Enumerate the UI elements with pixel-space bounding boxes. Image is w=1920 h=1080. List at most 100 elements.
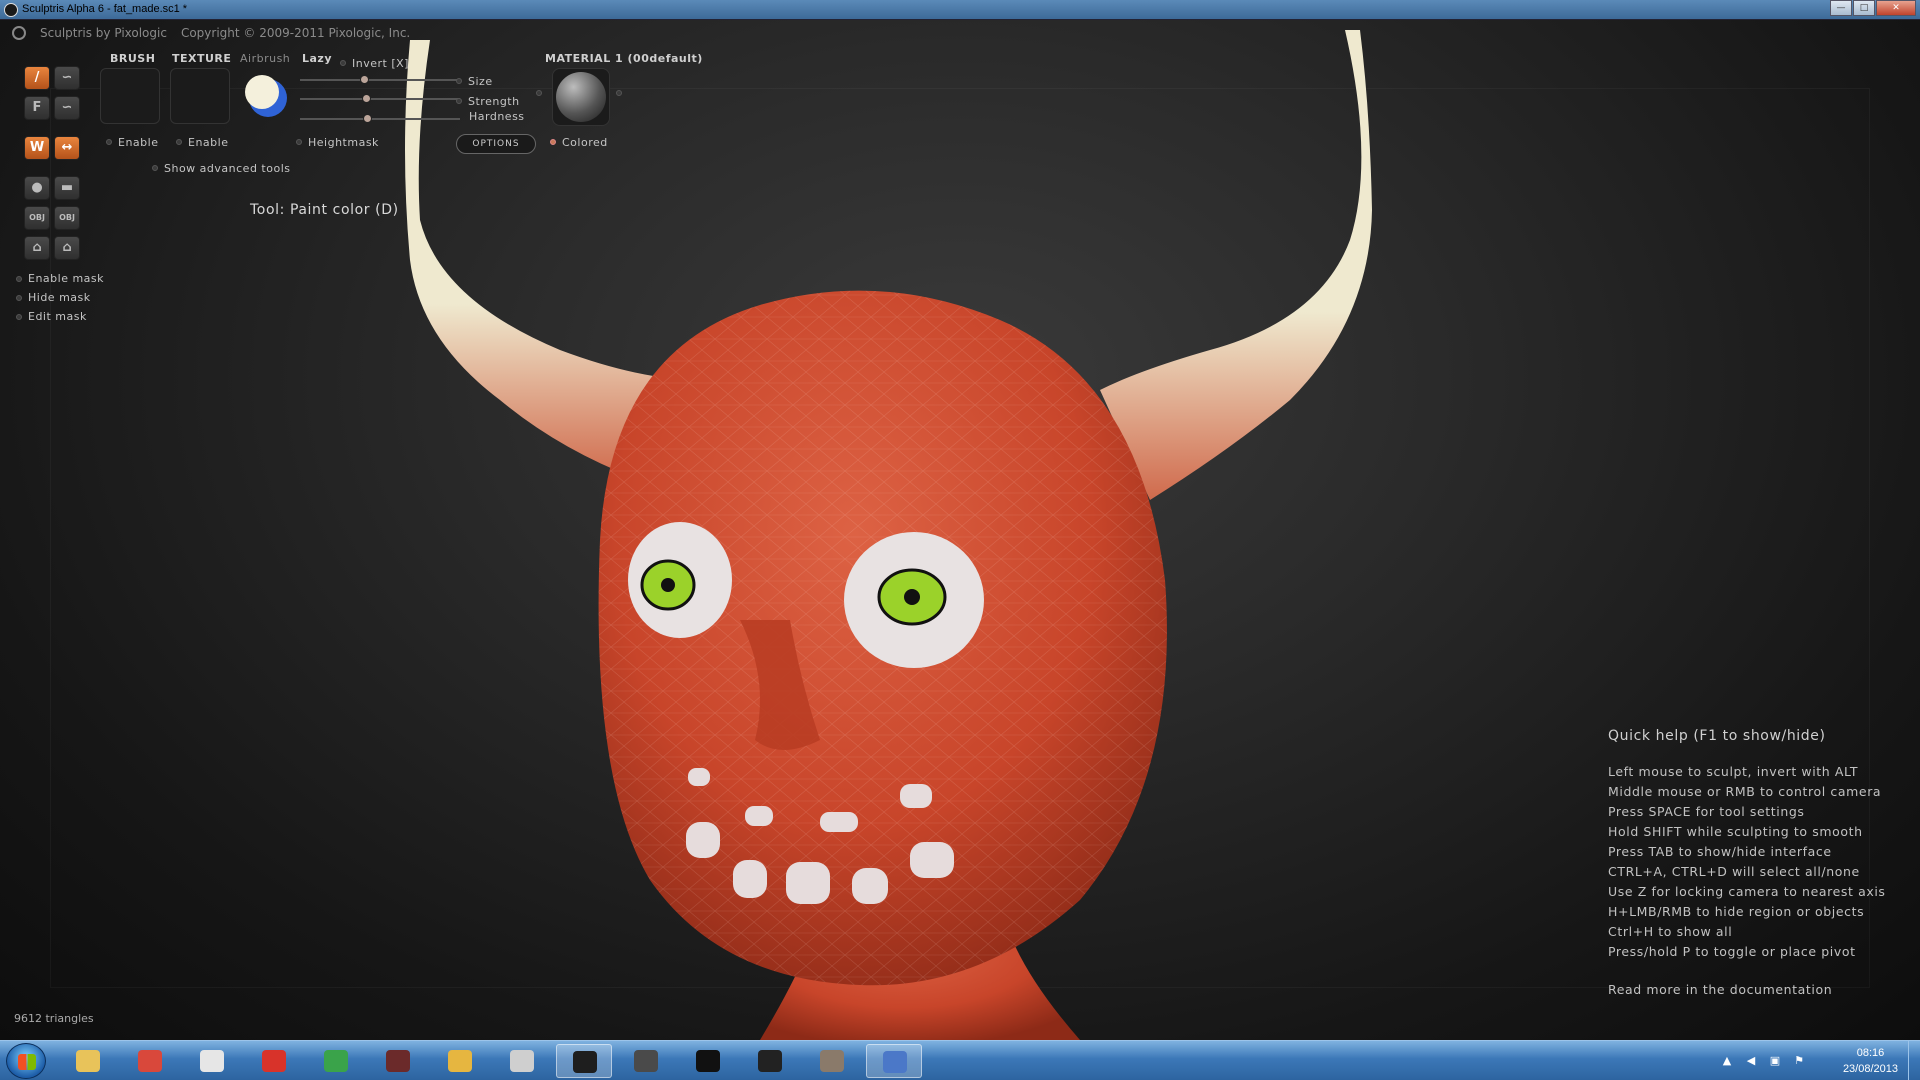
- minimize-button[interactable]: —: [1830, 0, 1852, 16]
- hardness-label: Hardness: [469, 110, 525, 123]
- quick-help-title: Quick help (F1 to show/hide): [1608, 728, 1826, 744]
- show-hidden-icons-icon[interactable]: ▲: [1720, 1054, 1734, 1068]
- taskbar-explorer[interactable]: [60, 1044, 116, 1078]
- heightmask-checkbox[interactable]: [296, 138, 302, 145]
- right-horn: [1100, 30, 1372, 500]
- brush-enable-option[interactable]: Enable: [106, 131, 158, 150]
- texture-slot[interactable]: [170, 68, 230, 124]
- hardness-slider-knob[interactable]: [363, 114, 372, 123]
- airbrush-toggle[interactable]: Airbrush: [240, 52, 290, 65]
- material-title: MATERIAL 1 (00default): [545, 52, 703, 65]
- app-red-figure-icon: [386, 1050, 410, 1072]
- enable-mask-option[interactable]: Enable mask: [16, 272, 104, 285]
- left-eye-pupil: [661, 578, 675, 592]
- volume-icon[interactable]: ◀: [1744, 1054, 1758, 1068]
- start-button[interactable]: [6, 1043, 46, 1079]
- enable-mask-label: Enable mask: [28, 272, 105, 285]
- hide-mask-label: Hide mask: [28, 291, 91, 304]
- taskbar-app-yellow[interactable]: [432, 1044, 488, 1078]
- show-desktop-button[interactable]: [1908, 1041, 1920, 1080]
- show-advanced-checkbox[interactable]: [152, 164, 158, 171]
- edit-mask-checkbox[interactable]: [16, 314, 22, 320]
- show-advanced-label: Show advanced tools: [164, 162, 291, 175]
- sphere-tool-button[interactable]: ●: [24, 176, 50, 200]
- import-obj-tool-button[interactable]: OBJ: [24, 206, 50, 230]
- taskbar-sketchup[interactable]: [246, 1044, 302, 1078]
- edit-mask-option[interactable]: Edit mask: [16, 310, 104, 323]
- taskbar-unity[interactable]: [184, 1044, 240, 1078]
- texture-enable-option[interactable]: Enable: [176, 131, 228, 150]
- quick-help-line: CTRL+A, CTRL+D will select all/none: [1608, 864, 1860, 879]
- colored-option[interactable]: Colored: [550, 131, 608, 150]
- quick-help-lines: Left mouse to sculpt, invert with ALT Mid…: [1608, 762, 1886, 962]
- material-slot[interactable]: [552, 68, 610, 126]
- taskbar-chrome[interactable]: [122, 1044, 178, 1078]
- app-green-icon: [324, 1050, 348, 1072]
- texture-enable-checkbox[interactable]: [176, 138, 182, 145]
- taskbar-app-red-figure[interactable]: [370, 1044, 426, 1078]
- size-slider-track[interactable]: [300, 79, 460, 81]
- brush-alpha-slot[interactable]: [100, 68, 160, 124]
- load-tool-button[interactable]: ⌂: [54, 236, 80, 260]
- system-clock[interactable]: 08:16 23/08/2013: [1843, 1045, 1898, 1077]
- lazy-toggle[interactable]: Lazy: [302, 52, 332, 65]
- taskbar-console[interactable]: [680, 1044, 736, 1078]
- size-slider-knob[interactable]: [360, 75, 369, 84]
- quick-help-line: Press TAB to show/hide interface: [1608, 844, 1832, 859]
- pixologic-logo-icon: [12, 26, 26, 40]
- strength-slider-track[interactable]: [300, 98, 460, 100]
- chrome-icon: [138, 1050, 162, 1072]
- app-doc-icon: [510, 1050, 534, 1072]
- hardness-slider-track[interactable]: [300, 118, 460, 120]
- taskbar-app-green[interactable]: [308, 1044, 364, 1078]
- brush-enable-label: Enable: [118, 136, 159, 149]
- taskbar-sculptris[interactable]: [556, 1044, 612, 1078]
- action-center-flag-icon[interactable]: ⚑: [1792, 1054, 1806, 1068]
- brush-enable-checkbox[interactable]: [106, 138, 112, 145]
- flatten-tool-button[interactable]: F: [24, 96, 50, 120]
- network-icon[interactable]: ▣: [1768, 1054, 1782, 1068]
- export-obj-tool-button[interactable]: OBJ: [54, 206, 80, 230]
- plane-tool-button[interactable]: ▬: [54, 176, 80, 200]
- app-monitor-icon: [634, 1050, 658, 1072]
- invert-checkbox[interactable]: [340, 59, 346, 66]
- taskbar-app-monitor[interactable]: [618, 1044, 674, 1078]
- invert-label: Invert [X]: [352, 57, 409, 70]
- draw-tool-button[interactable]: /: [24, 66, 50, 90]
- documentation-link[interactable]: Read more in the documentation: [1608, 982, 1886, 997]
- udk-icon: [758, 1050, 782, 1072]
- paint-color-tool-button[interactable]: W: [24, 136, 50, 160]
- heightmask-option[interactable]: Heightmask: [296, 131, 379, 150]
- close-button[interactable]: ✕: [1876, 0, 1916, 16]
- sculptris-icon: [573, 1051, 597, 1073]
- show-advanced-option[interactable]: Show advanced tools: [152, 157, 290, 176]
- quick-help-line: Press/hold P to toggle or place pivot: [1608, 944, 1856, 959]
- sculptris-app-icon: [4, 3, 18, 17]
- taskbar-app-doc[interactable]: [494, 1044, 550, 1078]
- window-title: Sculptris Alpha 6 - fat_made.sc1 *: [22, 3, 188, 15]
- save-tool-button[interactable]: ⌂: [24, 236, 50, 260]
- options-button[interactable]: OPTIONS: [456, 134, 536, 154]
- quick-help-panel: Quick help (F1 to show/hide) Left mouse …: [1608, 728, 1886, 997]
- taskbar-gimp[interactable]: [804, 1044, 860, 1078]
- taskbar-udk[interactable]: [742, 1044, 798, 1078]
- right-eye-pupil: [904, 589, 920, 605]
- color-swatch[interactable]: [240, 70, 290, 120]
- material-next-icon[interactable]: [616, 90, 622, 96]
- crease-tool-button[interactable]: ∽: [54, 66, 80, 90]
- taskbar-app-chart[interactable]: [866, 1044, 922, 1078]
- inflate-tool-button[interactable]: ∽: [54, 96, 80, 120]
- app-chart-icon: [883, 1051, 907, 1073]
- hide-mask-checkbox[interactable]: [16, 295, 22, 301]
- maximize-button[interactable]: □: [1853, 0, 1875, 16]
- symmetry-toggle-button[interactable]: ↔: [54, 136, 80, 160]
- enable-mask-checkbox[interactable]: [16, 276, 22, 282]
- sculpt-viewport[interactable]: Sculptris by Pixologic Copyright © 2009-…: [0, 20, 1920, 1040]
- strength-slider-knob[interactable]: [362, 94, 371, 103]
- colored-checkbox[interactable]: [550, 138, 556, 145]
- strength-indicator-icon: [456, 97, 462, 104]
- hide-mask-option[interactable]: Hide mask: [16, 291, 104, 304]
- material-prev-icon[interactable]: [536, 90, 542, 96]
- size-label: Size: [468, 75, 493, 88]
- invert-option[interactable]: Invert [X]: [340, 52, 409, 71]
